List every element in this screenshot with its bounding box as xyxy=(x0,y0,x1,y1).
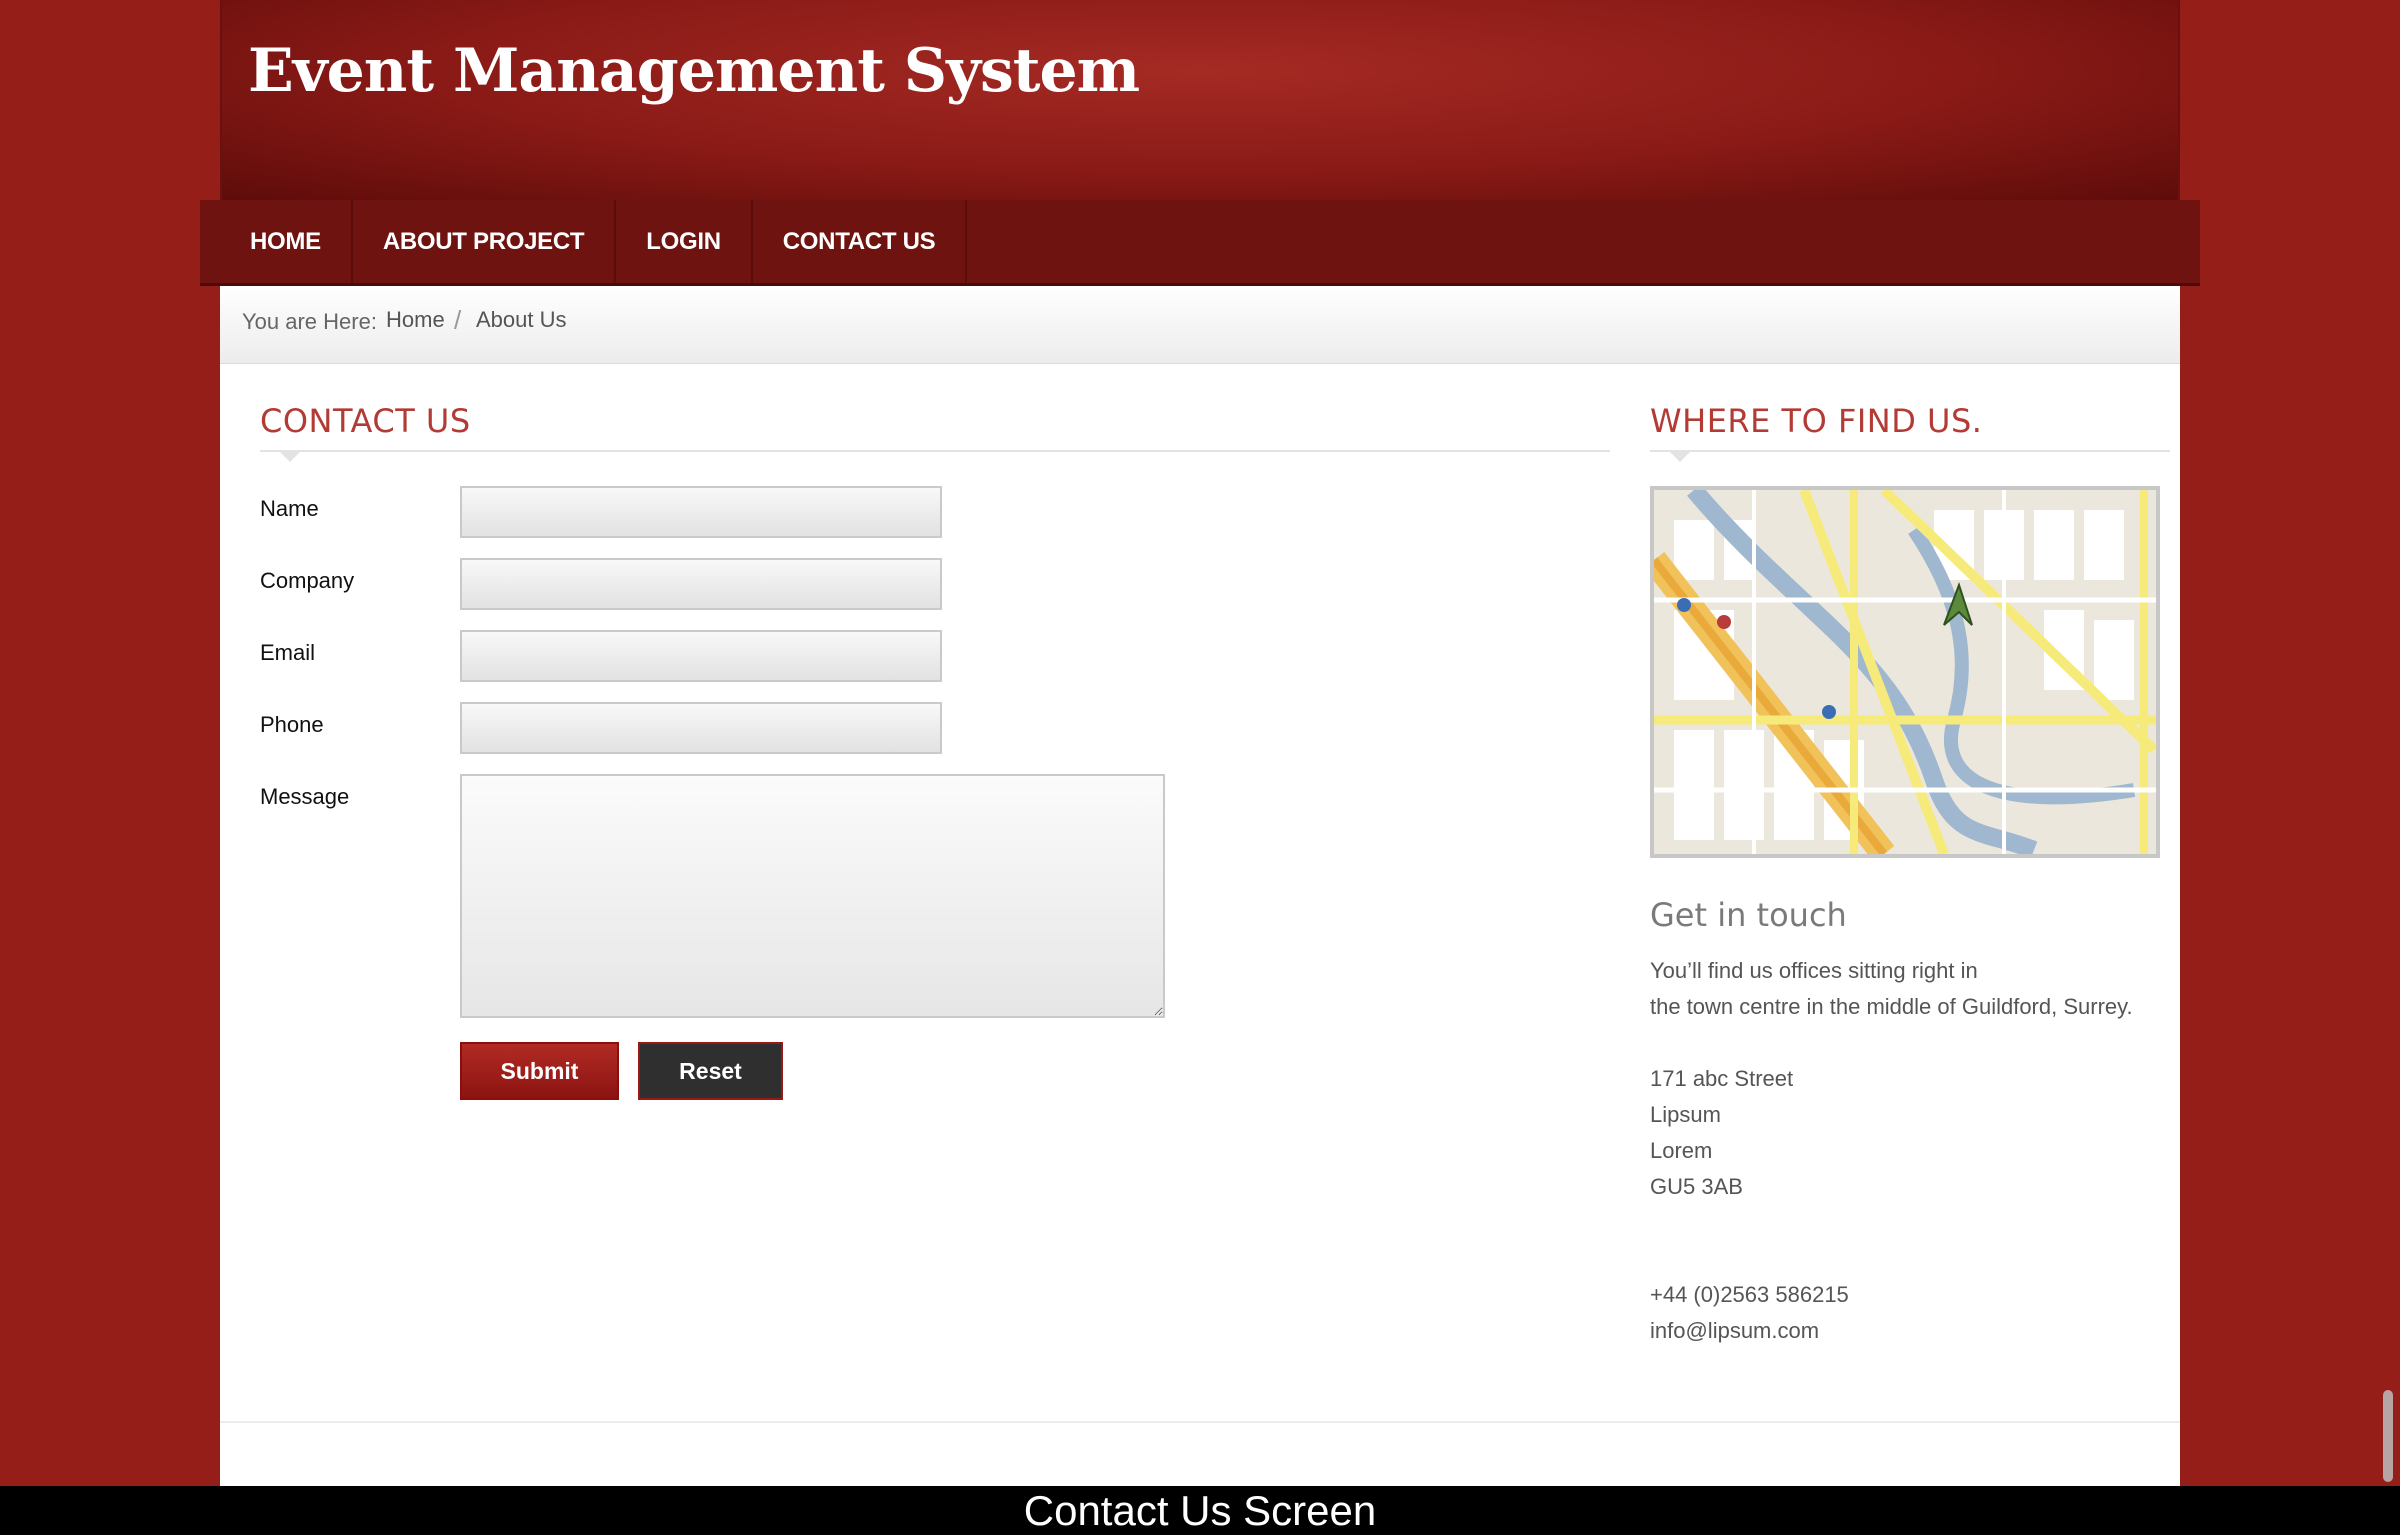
email-label: Email xyxy=(260,640,316,665)
screen-caption: Contact Us Screen xyxy=(0,1486,2400,1535)
location-map[interactable] xyxy=(1643,484,2160,863)
message-label: Message xyxy=(260,784,350,809)
nav-item-home[interactable]: HOME xyxy=(230,200,353,283)
section-divider xyxy=(260,450,1610,452)
message-field[interactable] xyxy=(460,774,1165,1018)
name-label: Name xyxy=(260,496,319,521)
main-content: You are Here: Home / About Us CONTACT US… xyxy=(220,286,2180,1486)
sidebar-divider-notch xyxy=(1670,452,1690,462)
address-line: 171 abc Street xyxy=(1650,1066,1794,1091)
phone-number: +44 (0)2563 586215 xyxy=(1650,1282,1849,1307)
where-to-find-us-heading: WHERE TO FIND US. xyxy=(1650,402,1983,440)
company-label: Company xyxy=(260,568,355,593)
page-container: Event Management System HOME ABOUT PROJE… xyxy=(200,0,2200,1486)
breadcrumb-current: About Us xyxy=(476,307,567,332)
email-address[interactable]: info@lipsum.com xyxy=(1650,1318,1819,1344)
breadcrumb-home-link[interactable]: Home xyxy=(386,307,445,333)
breadcrumb: You are Here: Home / About Us xyxy=(220,286,2180,364)
company-field[interactable] xyxy=(460,558,942,610)
nav-item-contact-us[interactable]: CONTACT US xyxy=(753,200,968,283)
name-field[interactable] xyxy=(460,486,942,538)
submit-button[interactable]: Submit xyxy=(460,1042,619,1100)
scrollbar-thumb[interactable] xyxy=(2383,1390,2393,1482)
phone-field[interactable] xyxy=(460,702,942,754)
main-nav: HOME ABOUT PROJECT LOGIN CONTACT US xyxy=(200,200,2200,286)
email-field[interactable] xyxy=(460,630,942,682)
nav-item-about-project[interactable]: ABOUT PROJECT xyxy=(353,200,617,283)
site-title: Event Management System xyxy=(248,36,1140,106)
nav-item-login[interactable]: LOGIN xyxy=(616,200,753,283)
address-line: Lipsum xyxy=(1650,1102,1721,1127)
sidebar-divider xyxy=(1650,450,2170,452)
phone-label: Phone xyxy=(260,712,324,737)
address-line: Lorem xyxy=(1650,1138,1713,1163)
contact-us-heading: CONTACT US xyxy=(260,402,471,440)
footer-divider xyxy=(220,1421,2180,1423)
section-divider-notch xyxy=(280,452,300,462)
breadcrumb-separator: / xyxy=(454,305,462,335)
address-line: GU5 3AB xyxy=(1650,1174,1743,1199)
site-header: Event Management System xyxy=(220,0,2180,200)
reset-button[interactable]: Reset xyxy=(638,1042,783,1100)
map-graphic xyxy=(1643,484,2158,863)
get-in-touch-heading: Get in touch xyxy=(1650,896,1847,934)
intro-line-1: You’ll find us offices sitting right in xyxy=(1650,958,1978,983)
breadcrumb-prefix: You are Here: xyxy=(242,309,377,334)
intro-line-2: the town centre in the middle of Guildfo… xyxy=(1650,994,2133,1019)
